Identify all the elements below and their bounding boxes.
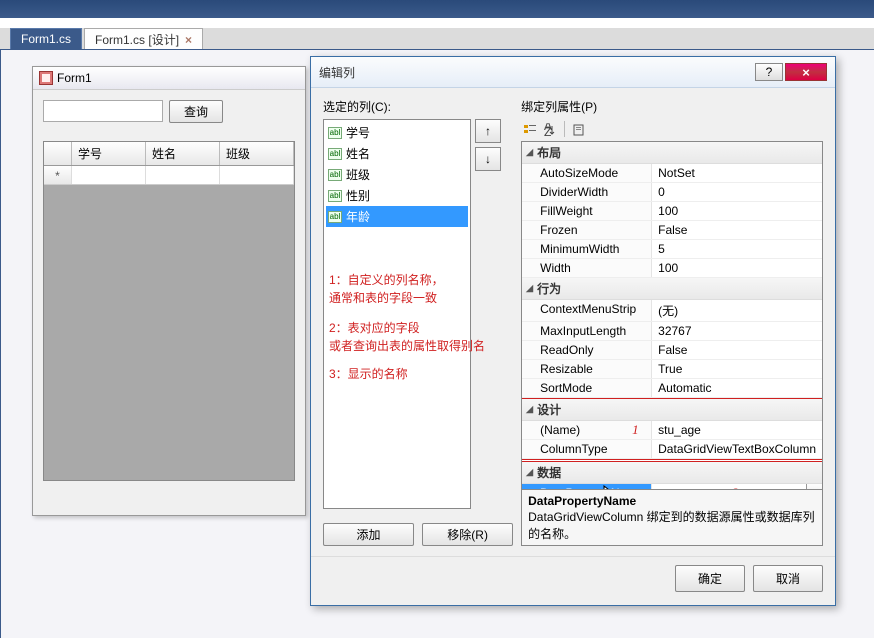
annotation-marker: 1 bbox=[632, 422, 639, 438]
list-item[interactable]: abl性别 bbox=[326, 185, 468, 206]
collapse-icon: ◢ bbox=[526, 283, 533, 294]
categorized-icon[interactable] bbox=[521, 121, 539, 139]
form1-designer-window: Form1 查询 学号 姓名 班级 * bbox=[32, 66, 306, 516]
columns-listbox[interactable]: abl学号 abl姓名 abl班级 abl性别 abl年龄 bbox=[323, 119, 471, 509]
grid-corner bbox=[44, 142, 72, 165]
tab-form1-cs[interactable]: Form1.cs bbox=[10, 28, 82, 50]
arrow-up-icon: ↑ bbox=[485, 124, 491, 138]
property-row[interactable]: FrozenFalse bbox=[522, 221, 822, 240]
list-item[interactable]: abl姓名 bbox=[326, 143, 468, 164]
column-icon: abl bbox=[328, 169, 342, 181]
data-grid[interactable]: 学号 姓名 班级 * bbox=[43, 141, 295, 481]
property-desc-body: DataGridViewColumn 绑定到的数据源属性或数据库列的名称。 bbox=[528, 508, 816, 542]
close-icon[interactable]: × bbox=[185, 33, 192, 47]
query-button[interactable]: 查询 bbox=[169, 100, 223, 123]
property-grid[interactable]: ◢布局 AutoSizeModeNotSet DividerWidth0 Fil… bbox=[521, 141, 823, 490]
properties-icon[interactable] bbox=[570, 121, 588, 139]
property-row[interactable]: ResizableTrue bbox=[522, 360, 822, 379]
grid-col-header[interactable]: 学号 bbox=[72, 142, 146, 165]
grid-new-row: * bbox=[44, 166, 294, 185]
annotation-1: 1：自定义的列名称， 通常和表的字段一致 bbox=[329, 271, 444, 307]
dialog-footer: 确定 取消 bbox=[311, 556, 835, 600]
grid-cell[interactable] bbox=[220, 166, 294, 184]
list-item[interactable]: abl年龄 bbox=[326, 206, 468, 227]
selected-columns-label: 选定的列(C): bbox=[323, 98, 513, 115]
svg-text:Z: Z bbox=[544, 125, 551, 137]
cancel-button[interactable]: 取消 bbox=[753, 565, 823, 592]
arrow-down-icon: ↓ bbox=[485, 152, 491, 166]
ok-button[interactable]: 确定 bbox=[675, 565, 745, 592]
form1-title-text: Form1 bbox=[57, 71, 92, 85]
property-row[interactable]: MaxInputLength32767 bbox=[522, 322, 822, 341]
close-button[interactable]: × bbox=[785, 63, 827, 81]
property-row-name[interactable]: (Name) stu_age 1 bbox=[522, 421, 822, 440]
grid-cell[interactable] bbox=[146, 166, 220, 184]
document-tabs: Form1.cs Form1.cs [设计] × bbox=[10, 28, 205, 50]
property-row[interactable]: Width100 bbox=[522, 259, 822, 278]
grid-cell[interactable] bbox=[72, 166, 146, 184]
category-design[interactable]: ◢设计 bbox=[522, 399, 822, 421]
tab-form1-design[interactable]: Form1.cs [设计] × bbox=[84, 28, 203, 50]
list-item[interactable]: abl学号 bbox=[326, 122, 468, 143]
add-button[interactable]: 添加 bbox=[323, 523, 414, 546]
move-up-button[interactable]: ↑ bbox=[475, 119, 501, 143]
property-row[interactable]: FillWeight100 bbox=[522, 202, 822, 221]
list-item[interactable]: abl班级 bbox=[326, 164, 468, 185]
alphabetical-icon[interactable]: AZ bbox=[541, 121, 559, 139]
annotation-3: 3：显示的名称 bbox=[329, 365, 408, 383]
column-icon: abl bbox=[328, 127, 342, 139]
dialog-titlebar[interactable]: 编辑列 ? × bbox=[311, 57, 835, 88]
property-grid-panel: 绑定列属性(P) AZ ◢布局 AutoSizeModeNotSet Divid… bbox=[521, 98, 823, 546]
property-row[interactable]: DividerWidth0 bbox=[522, 183, 822, 202]
search-input[interactable] bbox=[43, 100, 163, 122]
help-button[interactable]: ? bbox=[755, 63, 783, 81]
annotation-2: 2：表对应的字段 或者查询出表的属性取得别名 bbox=[329, 319, 485, 355]
form1-titlebar: Form1 bbox=[33, 67, 305, 90]
tab-label: Form1.cs [设计] bbox=[95, 31, 179, 48]
remove-button[interactable]: 移除(R) bbox=[422, 523, 513, 546]
property-row[interactable]: AutoSizeModeNotSet bbox=[522, 164, 822, 183]
column-icon: abl bbox=[328, 190, 342, 202]
property-row[interactable]: MinimumWidth5 bbox=[522, 240, 822, 259]
collapse-icon: ◢ bbox=[526, 404, 533, 415]
edit-columns-dialog: 编辑列 ? × 选定的列(C): abl学号 abl姓名 abl班级 abl性别… bbox=[310, 56, 836, 606]
property-description: DataPropertyName DataGridViewColumn 绑定到的… bbox=[521, 490, 823, 546]
grid-col-header[interactable]: 姓名 bbox=[146, 142, 220, 165]
category-layout[interactable]: ◢布局 bbox=[522, 142, 822, 164]
grid-col-header[interactable]: 班级 bbox=[220, 142, 294, 165]
row-marker: * bbox=[44, 166, 72, 184]
collapse-icon: ◢ bbox=[526, 467, 533, 478]
category-data[interactable]: ◢数据 bbox=[522, 462, 822, 484]
grid-header: 学号 姓名 班级 bbox=[44, 142, 294, 166]
property-row[interactable]: SortModeAutomatic bbox=[522, 379, 822, 398]
tab-label: Form1.cs bbox=[21, 32, 71, 46]
collapse-icon: ◢ bbox=[526, 147, 533, 158]
property-desc-title: DataPropertyName bbox=[528, 494, 816, 508]
property-row[interactable]: ReadOnlyFalse bbox=[522, 341, 822, 360]
column-icon: abl bbox=[328, 148, 342, 160]
property-row-columntype[interactable]: ColumnTypeDataGridViewTextBoxColumn bbox=[522, 440, 822, 459]
property-grid-label: 绑定列属性(P) bbox=[521, 98, 823, 115]
property-row[interactable]: ContextMenuStrip(无) bbox=[522, 300, 822, 322]
property-toolbar: AZ bbox=[521, 119, 823, 141]
column-icon: abl bbox=[328, 211, 342, 223]
dialog-title-text: 编辑列 bbox=[319, 64, 755, 81]
category-behavior[interactable]: ◢行为 bbox=[522, 278, 822, 300]
move-down-button[interactable]: ↓ bbox=[475, 147, 501, 171]
form-icon bbox=[39, 71, 53, 85]
